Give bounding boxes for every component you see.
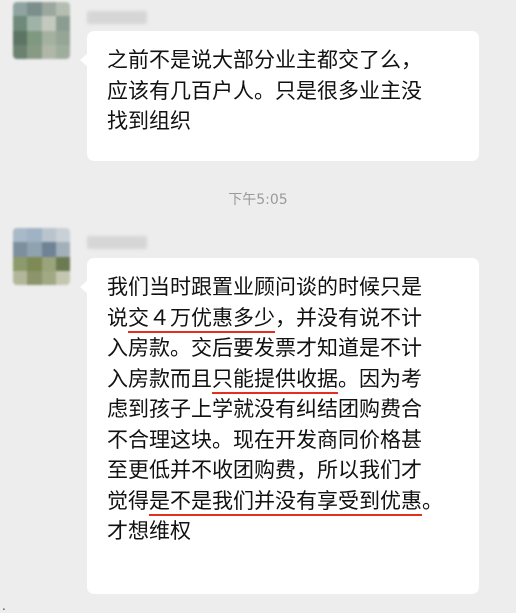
avatar-pixel <box>13 16 28 31</box>
text-segment: 我们当时跟置业顾问谈的时候只是 <box>107 275 422 299</box>
avatar-pixel <box>13 30 28 45</box>
text-segment: 觉得 <box>107 488 149 513</box>
message-2-line-2: 说交４万优惠多少，并没有说不计 <box>107 303 461 334</box>
avatar-pixel <box>27 2 42 17</box>
avatar-pixel <box>55 30 70 45</box>
avatar-pixel <box>27 270 42 285</box>
avatar-pixel <box>27 256 42 271</box>
avatar-pixel <box>13 256 28 271</box>
avatar-pixel <box>41 256 56 271</box>
avatar-2[interactable] <box>13 228 70 285</box>
avatar-pixel <box>27 242 42 257</box>
avatar-pixel <box>41 30 56 45</box>
text-segment: 虑到孩子上学就没有纠结团购费合 <box>107 397 422 421</box>
avatar-pixel <box>13 44 28 59</box>
avatar-pixel <box>27 44 42 59</box>
sender-name-1 <box>87 11 147 24</box>
message-2-line-6: 不合理这块。现在开发商同价格甚 <box>107 425 461 456</box>
message-2-line-1: 我们当时跟置业顾问谈的时候只是 <box>107 272 461 303</box>
message-2-line-9: 才想维权 <box>107 516 461 547</box>
message-1-line-2: 应该有几百户人。只是很多业主没 <box>107 78 422 103</box>
avatar-pixel <box>55 256 70 271</box>
text-segment: 。因为考 <box>338 366 422 391</box>
avatar-pixel <box>13 242 28 257</box>
avatar-1[interactable] <box>13 2 70 59</box>
avatar-pixel <box>55 270 70 285</box>
avatar-pixel <box>55 242 70 257</box>
avatar-pixel <box>13 270 28 285</box>
text-segment: 说 <box>107 305 128 330</box>
message-bubble-2[interactable]: 我们当时跟置业顾问谈的时候只是 说交４万优惠多少，并没有说不计 入房款。交后要发票才… <box>80 258 479 594</box>
avatar-pixel <box>13 228 28 243</box>
underlined-text: 是不是我们并没有享受到优惠 <box>149 488 422 516</box>
text-segment: 入房款而且 <box>107 366 212 391</box>
text-segment: 。 <box>422 488 443 513</box>
message-2-line-7: 至更低并不收团购费，所以我们才 <box>107 455 461 486</box>
message-2-line-4: 入房款而且只能提供收据。因为考 <box>107 364 461 395</box>
message-2-line-5: 虑到孩子上学就没有纠结团购费合 <box>107 394 461 425</box>
avatar-pixel <box>55 228 70 243</box>
text-segment: 不合理这块。现在开发商同价格甚 <box>107 427 422 452</box>
avatar-pixel <box>27 228 42 243</box>
avatar-pixel <box>13 2 28 17</box>
avatar-pixel <box>55 44 70 59</box>
message-1-line-1: 之前不是说大部分业主都交了么， <box>107 48 422 72</box>
avatar-pixel <box>41 44 56 59</box>
avatar-pixel <box>27 30 42 45</box>
text-segment: 至更低并不收团购费，所以我们才 <box>107 458 422 482</box>
message-2-line-3: 入房款。交后要发票才知道是不计 <box>107 333 461 364</box>
avatar-pixel <box>41 16 56 31</box>
avatar-pixel <box>41 270 56 285</box>
avatar-pixel <box>27 16 42 31</box>
text-segment: 才想维权 <box>107 519 191 543</box>
stray-mark: . <box>2 599 6 613</box>
text-segment: ，并没有说不计 <box>275 305 422 330</box>
avatar-pixel <box>41 228 56 243</box>
message-1-line-3: 找到组织 <box>107 109 191 133</box>
underlined-text: 只能提供收据 <box>212 366 338 394</box>
sender-name-2 <box>87 236 147 249</box>
avatar-pixel <box>55 2 70 17</box>
text-segment: 入房款。交后要发票才知道是不计 <box>107 336 422 360</box>
avatar-pixel <box>41 2 56 17</box>
avatar-pixel <box>41 242 56 257</box>
underlined-text: 交４万优惠多少 <box>128 305 275 333</box>
message-2-line-8: 觉得是不是我们并没有享受到优惠。 <box>107 486 461 517</box>
avatar-pixel <box>55 16 70 31</box>
message-bubble-1[interactable]: 之前不是说大部分业主都交了么， 应该有几百户人。只是很多业主没 找到组织 <box>80 31 479 161</box>
timestamp: 下午5:05 <box>228 192 288 208</box>
